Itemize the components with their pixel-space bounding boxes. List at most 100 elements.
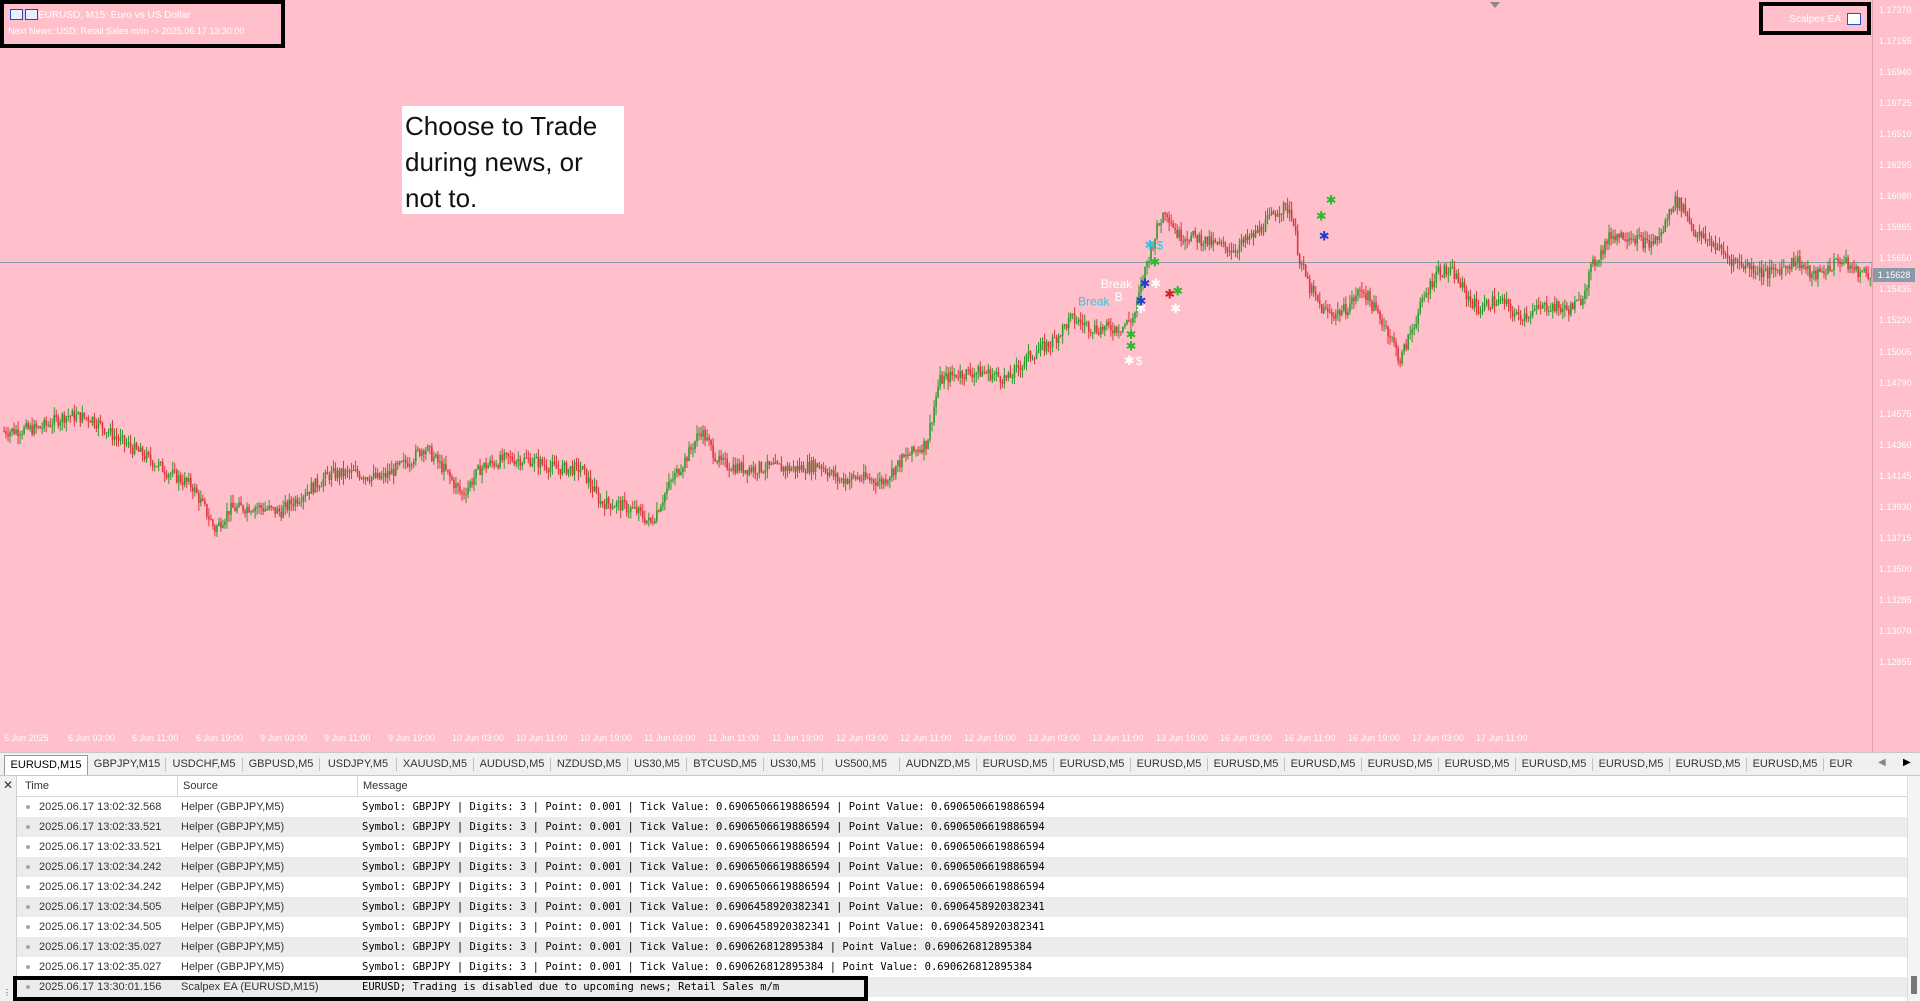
close-icon[interactable]: ✕	[3, 779, 13, 791]
log-status-dot	[26, 805, 30, 809]
candle-body	[1236, 251, 1239, 253]
candle-body	[1795, 262, 1797, 267]
candle-body	[1660, 232, 1663, 237]
candle-body	[1684, 204, 1687, 213]
log-row[interactable]: 2025.06.17 13:02:34.505 Helper (GBPJPY,M5…	[17, 897, 1907, 917]
log-scrollbar[interactable]	[1907, 776, 1920, 1001]
candle-body	[790, 468, 793, 471]
chart-area[interactable]: ✱ $ ✱ ✱ ✱ ✱ ✱ ✱ ✱ ✱ $ ✱ ✱ ✱ ✱ ✱ ✱ Break Break B EURUSD, M15…	[0, 0, 1920, 752]
tab-17[interactable]: EURUSD,M5	[1287, 755, 1359, 774]
tab-9[interactable]: BTCUSD,M5	[689, 755, 761, 774]
candle-body	[1859, 271, 1861, 278]
tab-21[interactable]: EURUSD,M5	[1595, 755, 1667, 774]
candle-body	[1640, 235, 1642, 237]
tab-23[interactable]: EURUSD,M5	[1749, 755, 1821, 774]
log-time: 2025.06.17 13:02:35.027	[39, 941, 162, 953]
tab-0[interactable]: EURUSD,M15	[4, 755, 88, 775]
column-divider[interactable]	[177, 776, 178, 796]
log-row[interactable]: 2025.06.17 13:02:33.521 Helper (GBPJPY,M5…	[17, 817, 1907, 837]
log-source: Helper (GBPJPY,M5)	[181, 821, 285, 833]
candle-body	[923, 440, 925, 453]
tab-6[interactable]: AUDUSD,M5	[476, 755, 548, 774]
candle-body	[1485, 300, 1488, 304]
tab-13[interactable]: EURUSD,M5	[979, 755, 1051, 774]
candle-body	[1791, 258, 1793, 270]
log-status-dot	[26, 885, 30, 889]
price-chart[interactable]: ✱ $✱✱✱✱✱✱✱✱ $✱✱✱✱✱✱BreakBreak B	[0, 0, 1872, 752]
tab-24[interactable]: EUR	[1826, 755, 1856, 774]
price-axis[interactable]: 1.17370 1.17155 1.16940 1.16725 1.16510 1.162…	[1872, 0, 1920, 752]
log-row[interactable]: 2025.06.17 13:02:34.242 Helper (GBPJPY,M5…	[17, 877, 1907, 897]
tab-3[interactable]: GBPUSD,M5	[245, 755, 317, 774]
candle-body	[722, 458, 724, 461]
candle-body	[1469, 296, 1472, 302]
tab-scroll-left-icon[interactable]: ◀	[1878, 757, 1886, 768]
candle-body	[1584, 290, 1586, 299]
candle-body	[838, 480, 841, 482]
tab-scroll-right-icon[interactable]: ▶	[1903, 757, 1911, 768]
candle-body	[1752, 265, 1755, 274]
candle-body	[1282, 203, 1285, 214]
log-row[interactable]: 2025.06.17 13:02:32.568 Helper (GBPJPY,M5…	[17, 797, 1907, 817]
tab-14[interactable]: EURUSD,M5	[1056, 755, 1128, 774]
log-row[interactable]: 2025.06.17 13:02:35.027 Helper (GBPJPY,M5…	[17, 957, 1907, 977]
candle-body	[1114, 326, 1116, 333]
tab-15[interactable]: EURUSD,M5	[1133, 755, 1205, 774]
column-header-message[interactable]: Message	[363, 780, 408, 792]
grid-icon[interactable]	[10, 9, 23, 20]
time-tick: 11 Jun 19:00	[772, 733, 824, 743]
tab-4[interactable]: USDJPY,M5	[322, 755, 394, 774]
tab-10[interactable]: US30,M5	[766, 755, 820, 774]
candle-body	[1085, 322, 1088, 324]
chart-window-icon[interactable]	[25, 9, 38, 20]
tab-16[interactable]: EURUSD,M5	[1210, 755, 1282, 774]
candle-body	[1566, 305, 1568, 310]
candle-body	[175, 470, 178, 483]
candle-body	[398, 461, 401, 465]
candle-body	[145, 452, 148, 460]
tab-5[interactable]: XAUUSD,M5	[399, 755, 471, 774]
scrollbar-thumb[interactable]	[1911, 976, 1917, 994]
log-row[interactable]: 2025.06.17 13:02:34.242 Helper (GBPJPY,M5…	[17, 857, 1907, 877]
candle-body	[59, 422, 62, 426]
column-divider[interactable]	[357, 776, 358, 796]
candle-body	[1865, 268, 1867, 274]
candle-body	[1071, 313, 1074, 315]
panel-grip-icon[interactable]: ⋮	[3, 988, 11, 997]
candle-body	[1770, 267, 1773, 270]
candle-body	[11, 428, 13, 432]
tab-20[interactable]: EURUSD,M5	[1518, 755, 1590, 774]
tab-2[interactable]: USDCHF,M5	[168, 755, 240, 774]
candle-body	[581, 465, 584, 470]
candle-body	[1718, 245, 1721, 249]
candle-body	[625, 502, 628, 513]
candle-body	[822, 468, 825, 470]
candle-body	[183, 477, 186, 486]
candle-body	[557, 468, 560, 470]
log-row[interactable]: 2025.06.17 13:02:35.027 Helper (GBPJPY,M5…	[17, 937, 1907, 957]
tab-18[interactable]: EURUSD,M5	[1364, 755, 1436, 774]
candle-body	[1407, 334, 1409, 350]
tab-8[interactable]: US30,M5	[630, 755, 684, 774]
candle-body	[1680, 198, 1683, 212]
tab-7[interactable]: NZDUSD,M5	[553, 755, 625, 774]
candle-body	[314, 478, 317, 493]
tab-19[interactable]: EURUSD,M5	[1441, 755, 1513, 774]
candle-body	[256, 507, 258, 509]
candle-body	[965, 369, 968, 379]
tab-22[interactable]: EURUSD,M5	[1672, 755, 1744, 774]
ea-badge[interactable]: Scalpex EA	[1759, 2, 1871, 35]
candle-body	[358, 473, 361, 479]
candle-body	[879, 478, 881, 482]
tab-12[interactable]: AUDNZD,M5	[902, 755, 974, 774]
tab-11[interactable]: US500,M5	[825, 755, 897, 774]
tab-1[interactable]: GBPJPY,M15	[91, 755, 163, 774]
candle-body	[1738, 262, 1741, 264]
log-row[interactable]: 2025.06.17 13:02:33.521 Helper (GBPJPY,M5…	[17, 837, 1907, 857]
column-header-time[interactable]: Time	[25, 780, 49, 792]
candle-body	[605, 497, 608, 509]
log-row[interactable]: 2025.06.17 13:02:34.505 Helper (GBPJPY,M5…	[17, 917, 1907, 937]
column-header-source[interactable]: Source	[183, 780, 218, 792]
candle-body	[224, 521, 226, 526]
candle-body	[660, 506, 662, 512]
